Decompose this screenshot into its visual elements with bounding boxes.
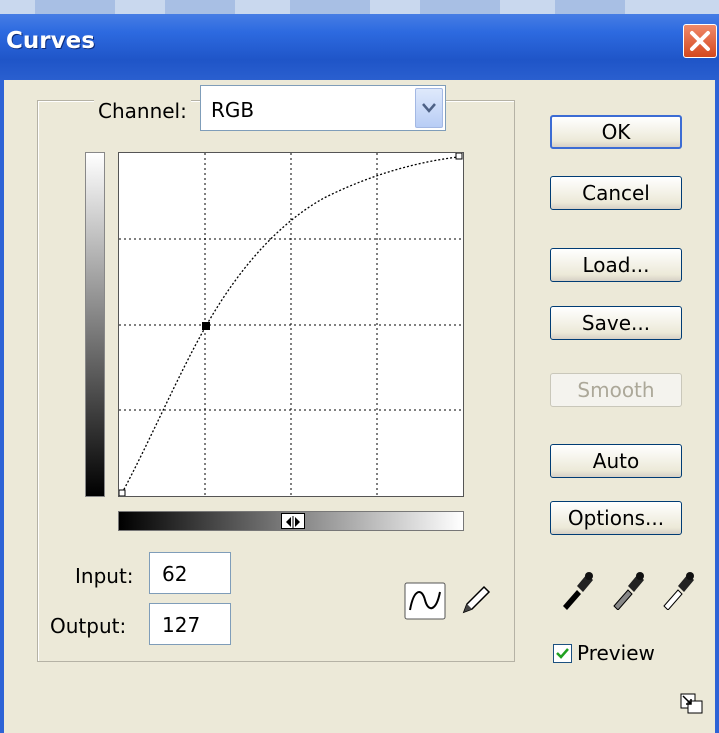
curve-tool-button[interactable] bbox=[404, 582, 446, 624]
pencil-icon bbox=[462, 585, 491, 614]
options-button[interactable]: Options... bbox=[550, 501, 682, 535]
input-label: Input: bbox=[75, 564, 134, 588]
channel-value: RGB bbox=[211, 98, 255, 122]
curve-graph[interactable] bbox=[118, 152, 464, 497]
curve-graph-svg bbox=[119, 153, 463, 496]
window-frame-left bbox=[0, 80, 4, 733]
close-icon bbox=[690, 31, 710, 51]
ok-button[interactable]: OK bbox=[550, 115, 682, 149]
load-button[interactable]: Load... bbox=[550, 248, 682, 282]
eyedropper-white-icon bbox=[663, 572, 694, 611]
checkmark-icon bbox=[556, 648, 569, 659]
pencil-tool-button[interactable] bbox=[458, 582, 492, 622]
curves-dialog: Curves Channel: RGB Input: 62 Output: 12… bbox=[0, 0, 719, 733]
gray-eyedropper-button[interactable] bbox=[610, 570, 646, 614]
channel-label: Channel: bbox=[94, 99, 191, 123]
window-title: Curves bbox=[6, 28, 95, 54]
input-gradient-bar bbox=[118, 511, 464, 531]
gradient-toggle-button[interactable] bbox=[281, 513, 305, 529]
preview-label: Preview bbox=[577, 641, 655, 665]
title-bar[interactable]: Curves bbox=[0, 0, 719, 80]
expand-dialog-icon bbox=[680, 693, 703, 714]
cancel-button[interactable]: Cancel bbox=[550, 176, 682, 210]
curve-tool-icon bbox=[404, 582, 446, 620]
taskbar-strip bbox=[0, 0, 719, 14]
eyedropper-black-icon bbox=[563, 572, 593, 610]
curve-point-selected[interactable] bbox=[202, 322, 210, 330]
channel-dropdown-button[interactable] bbox=[415, 88, 443, 128]
close-button[interactable] bbox=[683, 24, 717, 58]
curve-point-shadows[interactable] bbox=[119, 489, 126, 496]
save-button[interactable]: Save... bbox=[550, 306, 682, 340]
window-frame-right bbox=[715, 80, 719, 733]
output-label: Output: bbox=[50, 614, 127, 638]
output-field[interactable]: 127 bbox=[149, 603, 231, 645]
black-eyedropper-button[interactable] bbox=[559, 570, 595, 614]
smooth-button[interactable]: Smooth bbox=[550, 373, 682, 407]
white-eyedropper-button[interactable] bbox=[660, 570, 696, 614]
auto-button[interactable]: Auto bbox=[550, 444, 682, 478]
curve-point-highlights[interactable] bbox=[455, 153, 463, 160]
gradient-toggle-icon bbox=[286, 516, 300, 528]
output-gradient-bar bbox=[85, 152, 105, 497]
channel-select[interactable]: RGB bbox=[200, 85, 446, 131]
chevron-down-icon bbox=[422, 103, 436, 113]
input-field[interactable]: 62 bbox=[149, 552, 231, 594]
graph-grid bbox=[119, 153, 463, 496]
expand-dialog-button[interactable] bbox=[680, 693, 704, 719]
eyedropper-gray-icon bbox=[613, 572, 644, 611]
preview-checkbox[interactable] bbox=[553, 644, 572, 663]
